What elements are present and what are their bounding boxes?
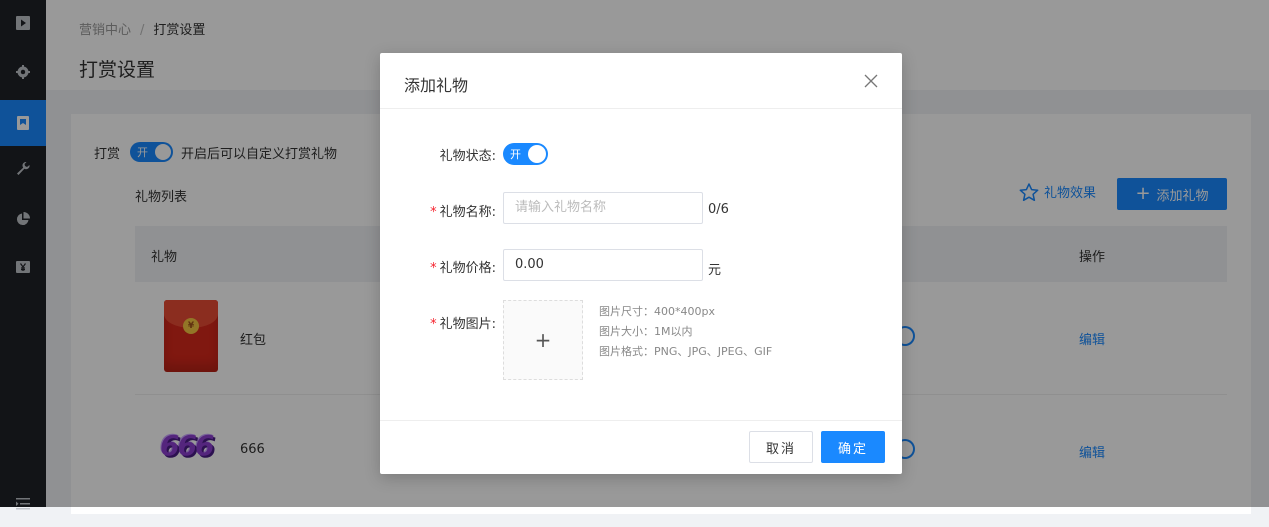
- image-tips: 图片尺寸：400*400px 图片大小：1M以内 图片格式：PNG、JPG、JP…: [599, 302, 772, 362]
- confirm-button[interactable]: 确定: [821, 431, 885, 463]
- dialog-header-divider: [380, 108, 902, 109]
- gift-name-input[interactable]: 请输入礼物名称: [503, 192, 703, 224]
- gift-price-input[interactable]: 0.00: [503, 249, 703, 281]
- app-root: 营销中心 / 打赏设置 打赏设置 打赏 开 开启后可以自定义打赏礼物 礼物列表 礼物…: [0, 0, 1269, 514]
- image-label: * 礼物图片:: [430, 313, 496, 332]
- tip-format: 图片格式：PNG、JPG、JPEG、GIF: [599, 345, 773, 358]
- name-label-text: 礼物名称:: [439, 205, 496, 220]
- status-label: 礼物状态:: [439, 149, 496, 164]
- price-label-text: 礼物价格:: [439, 261, 496, 276]
- close-button[interactable]: [864, 73, 878, 92]
- image-upload[interactable]: +: [503, 300, 583, 380]
- price-unit: 元: [708, 263, 722, 278]
- tip-size: 图片尺寸：400*400px: [599, 305, 715, 318]
- required-mark: *: [430, 317, 437, 332]
- required-mark: *: [430, 261, 437, 276]
- name-label: * 礼物名称:: [430, 201, 496, 220]
- status-switch-text: 开: [510, 148, 521, 161]
- close-icon: [864, 74, 878, 88]
- switch-knob: [528, 145, 546, 163]
- dialog-title: 添加礼物: [404, 76, 469, 95]
- required-mark: *: [430, 205, 437, 220]
- add-gift-dialog: 添加礼物 礼物状态: 开 * 礼物名称: 请输入礼物名称 0/6 * 礼物价格: 0…: [380, 53, 902, 474]
- dialog-footer-divider: [380, 420, 902, 421]
- gift-status-switch[interactable]: 开: [503, 143, 548, 165]
- price-label: * 礼物价格:: [430, 257, 496, 276]
- name-counter: 0/6: [708, 202, 729, 217]
- cancel-button[interactable]: 取消: [749, 431, 813, 463]
- image-label-text: 礼物图片:: [439, 317, 496, 332]
- tip-filesize: 图片大小：1M以内: [599, 325, 693, 338]
- plus-icon: +: [534, 328, 552, 352]
